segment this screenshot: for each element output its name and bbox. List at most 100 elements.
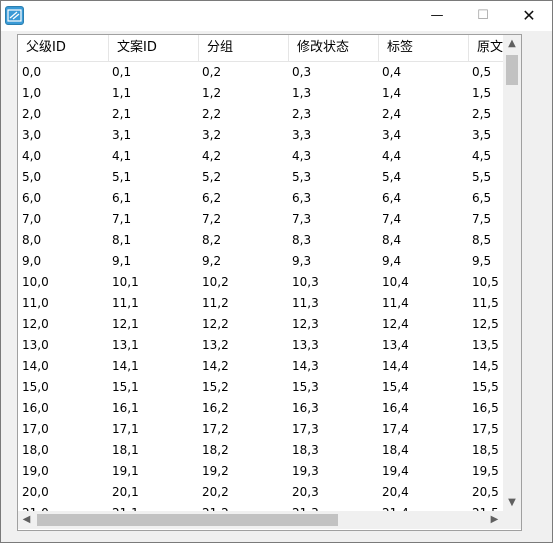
table-cell[interactable]: 0,1	[110, 62, 131, 83]
table-cell[interactable]: 12,0	[20, 314, 49, 335]
table-cell[interactable]: 7,0	[20, 209, 41, 230]
table-cell[interactable]: 16,2	[200, 398, 229, 419]
table-cell[interactable]: 6,5	[470, 188, 491, 209]
table-cell[interactable]: 11,4	[380, 293, 409, 314]
table-cell[interactable]: 0,0	[20, 62, 41, 83]
table-row[interactable]: 13,0 13,1 13,2 13,3 13,4 13,5	[18, 335, 503, 356]
table-cell[interactable]: 5,4	[380, 167, 401, 188]
scroll-left-button[interactable]: ◀	[18, 511, 35, 529]
table-cell[interactable]: 11,5	[470, 293, 499, 314]
table-cell[interactable]: 17,4	[380, 419, 409, 440]
table-cell[interactable]: 5,1	[110, 167, 131, 188]
table-cell[interactable]: 19,3	[290, 461, 319, 482]
table-cell[interactable]: 11,1	[110, 293, 139, 314]
table-cell[interactable]: 13,3	[290, 335, 319, 356]
column-header-modify-status[interactable]: 修改状态	[289, 35, 379, 61]
table-cell[interactable]: 7,2	[200, 209, 221, 230]
table-cell[interactable]: 20,0	[20, 482, 49, 503]
table-cell[interactable]: 3,2	[200, 125, 221, 146]
table-cell[interactable]: 7,1	[110, 209, 131, 230]
table-cell[interactable]: 12,3	[290, 314, 319, 335]
table-row[interactable]: 10,0 10,1 10,2 10,3 10,4 10,5	[18, 272, 503, 293]
table-cell[interactable]: 13,0	[20, 335, 49, 356]
scroll-right-button[interactable]: ▶	[486, 511, 503, 529]
table-cell[interactable]: 14,3	[290, 356, 319, 377]
table-cell[interactable]: 1,5	[470, 83, 491, 104]
table-cell[interactable]: 0,5	[470, 62, 491, 83]
table-cell[interactable]: 3,5	[470, 125, 491, 146]
table-row[interactable]: 16,0 16,1 16,2 16,3 16,4 16,5	[18, 398, 503, 419]
table-cell[interactable]: 13,1	[110, 335, 139, 356]
table-cell[interactable]: 4,0	[20, 146, 41, 167]
table-cell[interactable]: 16,5	[470, 398, 499, 419]
table-cell[interactable]: 12,1	[110, 314, 139, 335]
table-cell[interactable]: 3,4	[380, 125, 401, 146]
table-row[interactable]: 21,0 21,1 21,2 21,3 21,4 21,5	[18, 503, 503, 511]
table-cell[interactable]: 1,2	[200, 83, 221, 104]
table-cell[interactable]: 5,0	[20, 167, 41, 188]
table-cell[interactable]: 18,5	[470, 440, 499, 461]
table-cell[interactable]: 11,2	[200, 293, 229, 314]
table-cell[interactable]: 17,1	[110, 419, 139, 440]
table-cell[interactable]: 15,3	[290, 377, 319, 398]
table-row[interactable]: 1,0 1,1 1,2 1,3 1,4 1,5	[18, 83, 503, 104]
table-cell[interactable]: 16,3	[290, 398, 319, 419]
table-cell[interactable]: 15,4	[380, 377, 409, 398]
table-cell[interactable]: 1,1	[110, 83, 131, 104]
table-cell[interactable]: 21,2	[200, 503, 229, 511]
table-cell[interactable]: 6,3	[290, 188, 311, 209]
title-bar[interactable]: — ☐ ✕	[1, 1, 552, 31]
data-table[interactable]: 父级ID 文案ID 分组 修改状态 标签 原文 0,0 0,1 0,2 0,3 0,4 0…	[17, 34, 522, 531]
table-cell[interactable]: 11,3	[290, 293, 319, 314]
column-header-parent-id[interactable]: 父级ID	[18, 35, 109, 61]
table-cell[interactable]: 1,0	[20, 83, 41, 104]
table-cell[interactable]: 5,5	[470, 167, 491, 188]
table-cell[interactable]: 2,1	[110, 104, 131, 125]
table-viewport[interactable]: 父级ID 文案ID 分组 修改状态 标签 原文 0,0 0,1 0,2 0,3 0,4 0…	[18, 35, 503, 511]
table-cell[interactable]: 19,4	[380, 461, 409, 482]
table-cell[interactable]: 21,0	[20, 503, 49, 511]
scroll-down-button[interactable]: ▼	[503, 494, 521, 511]
table-cell[interactable]: 16,0	[20, 398, 49, 419]
table-row[interactable]: 18,0 18,1 18,2 18,3 18,4 18,5	[18, 440, 503, 461]
table-cell[interactable]: 16,1	[110, 398, 139, 419]
table-row[interactable]: 6,0 6,1 6,2 6,3 6,4 6,5	[18, 188, 503, 209]
table-cell[interactable]: 4,1	[110, 146, 131, 167]
table-cell[interactable]: 8,4	[380, 230, 401, 251]
horizontal-scroll-thumb[interactable]	[37, 514, 338, 526]
table-cell[interactable]: 1,3	[290, 83, 311, 104]
table-row[interactable]: 14,0 14,1 14,2 14,3 14,4 14,5	[18, 356, 503, 377]
table-row[interactable]: 9,0 9,1 9,2 9,3 9,4 9,5	[18, 251, 503, 272]
table-cell[interactable]: 14,5	[470, 356, 499, 377]
table-row[interactable]: 4,0 4,1 4,2 4,3 4,4 4,5	[18, 146, 503, 167]
maximize-button[interactable]: ☐	[460, 1, 506, 31]
table-cell[interactable]: 15,2	[200, 377, 229, 398]
table-cell[interactable]: 19,5	[470, 461, 499, 482]
table-cell[interactable]: 14,0	[20, 356, 49, 377]
table-cell[interactable]: 18,2	[200, 440, 229, 461]
table-cell[interactable]: 10,5	[470, 272, 499, 293]
table-cell[interactable]: 0,4	[380, 62, 401, 83]
table-row[interactable]: 7,0 7,1 7,2 7,3 7,4 7,5	[18, 209, 503, 230]
table-cell[interactable]: 8,5	[470, 230, 491, 251]
table-cell[interactable]: 6,2	[200, 188, 221, 209]
table-cell[interactable]: 4,5	[470, 146, 491, 167]
table-cell[interactable]: 19,2	[200, 461, 229, 482]
table-cell[interactable]: 12,4	[380, 314, 409, 335]
vertical-scroll-thumb[interactable]	[506, 55, 518, 85]
table-cell[interactable]: 10,2	[200, 272, 229, 293]
table-cell[interactable]: 14,4	[380, 356, 409, 377]
column-header-original-text[interactable]: 原文	[469, 35, 503, 61]
table-cell[interactable]: 0,2	[200, 62, 221, 83]
table-row[interactable]: 5,0 5,1 5,2 5,3 5,4 5,5	[18, 167, 503, 188]
table-row[interactable]: 19,0 19,1 19,2 19,3 19,4 19,5	[18, 461, 503, 482]
table-cell[interactable]: 8,2	[200, 230, 221, 251]
table-row[interactable]: 12,0 12,1 12,2 12,3 12,4 12,5	[18, 314, 503, 335]
table-cell[interactable]: 5,3	[290, 167, 311, 188]
table-cell[interactable]: 19,0	[20, 461, 49, 482]
table-cell[interactable]: 8,3	[290, 230, 311, 251]
table-cell[interactable]: 7,5	[470, 209, 491, 230]
table-cell[interactable]: 4,4	[380, 146, 401, 167]
table-cell[interactable]: 6,0	[20, 188, 41, 209]
table-cell[interactable]: 20,5	[470, 482, 499, 503]
